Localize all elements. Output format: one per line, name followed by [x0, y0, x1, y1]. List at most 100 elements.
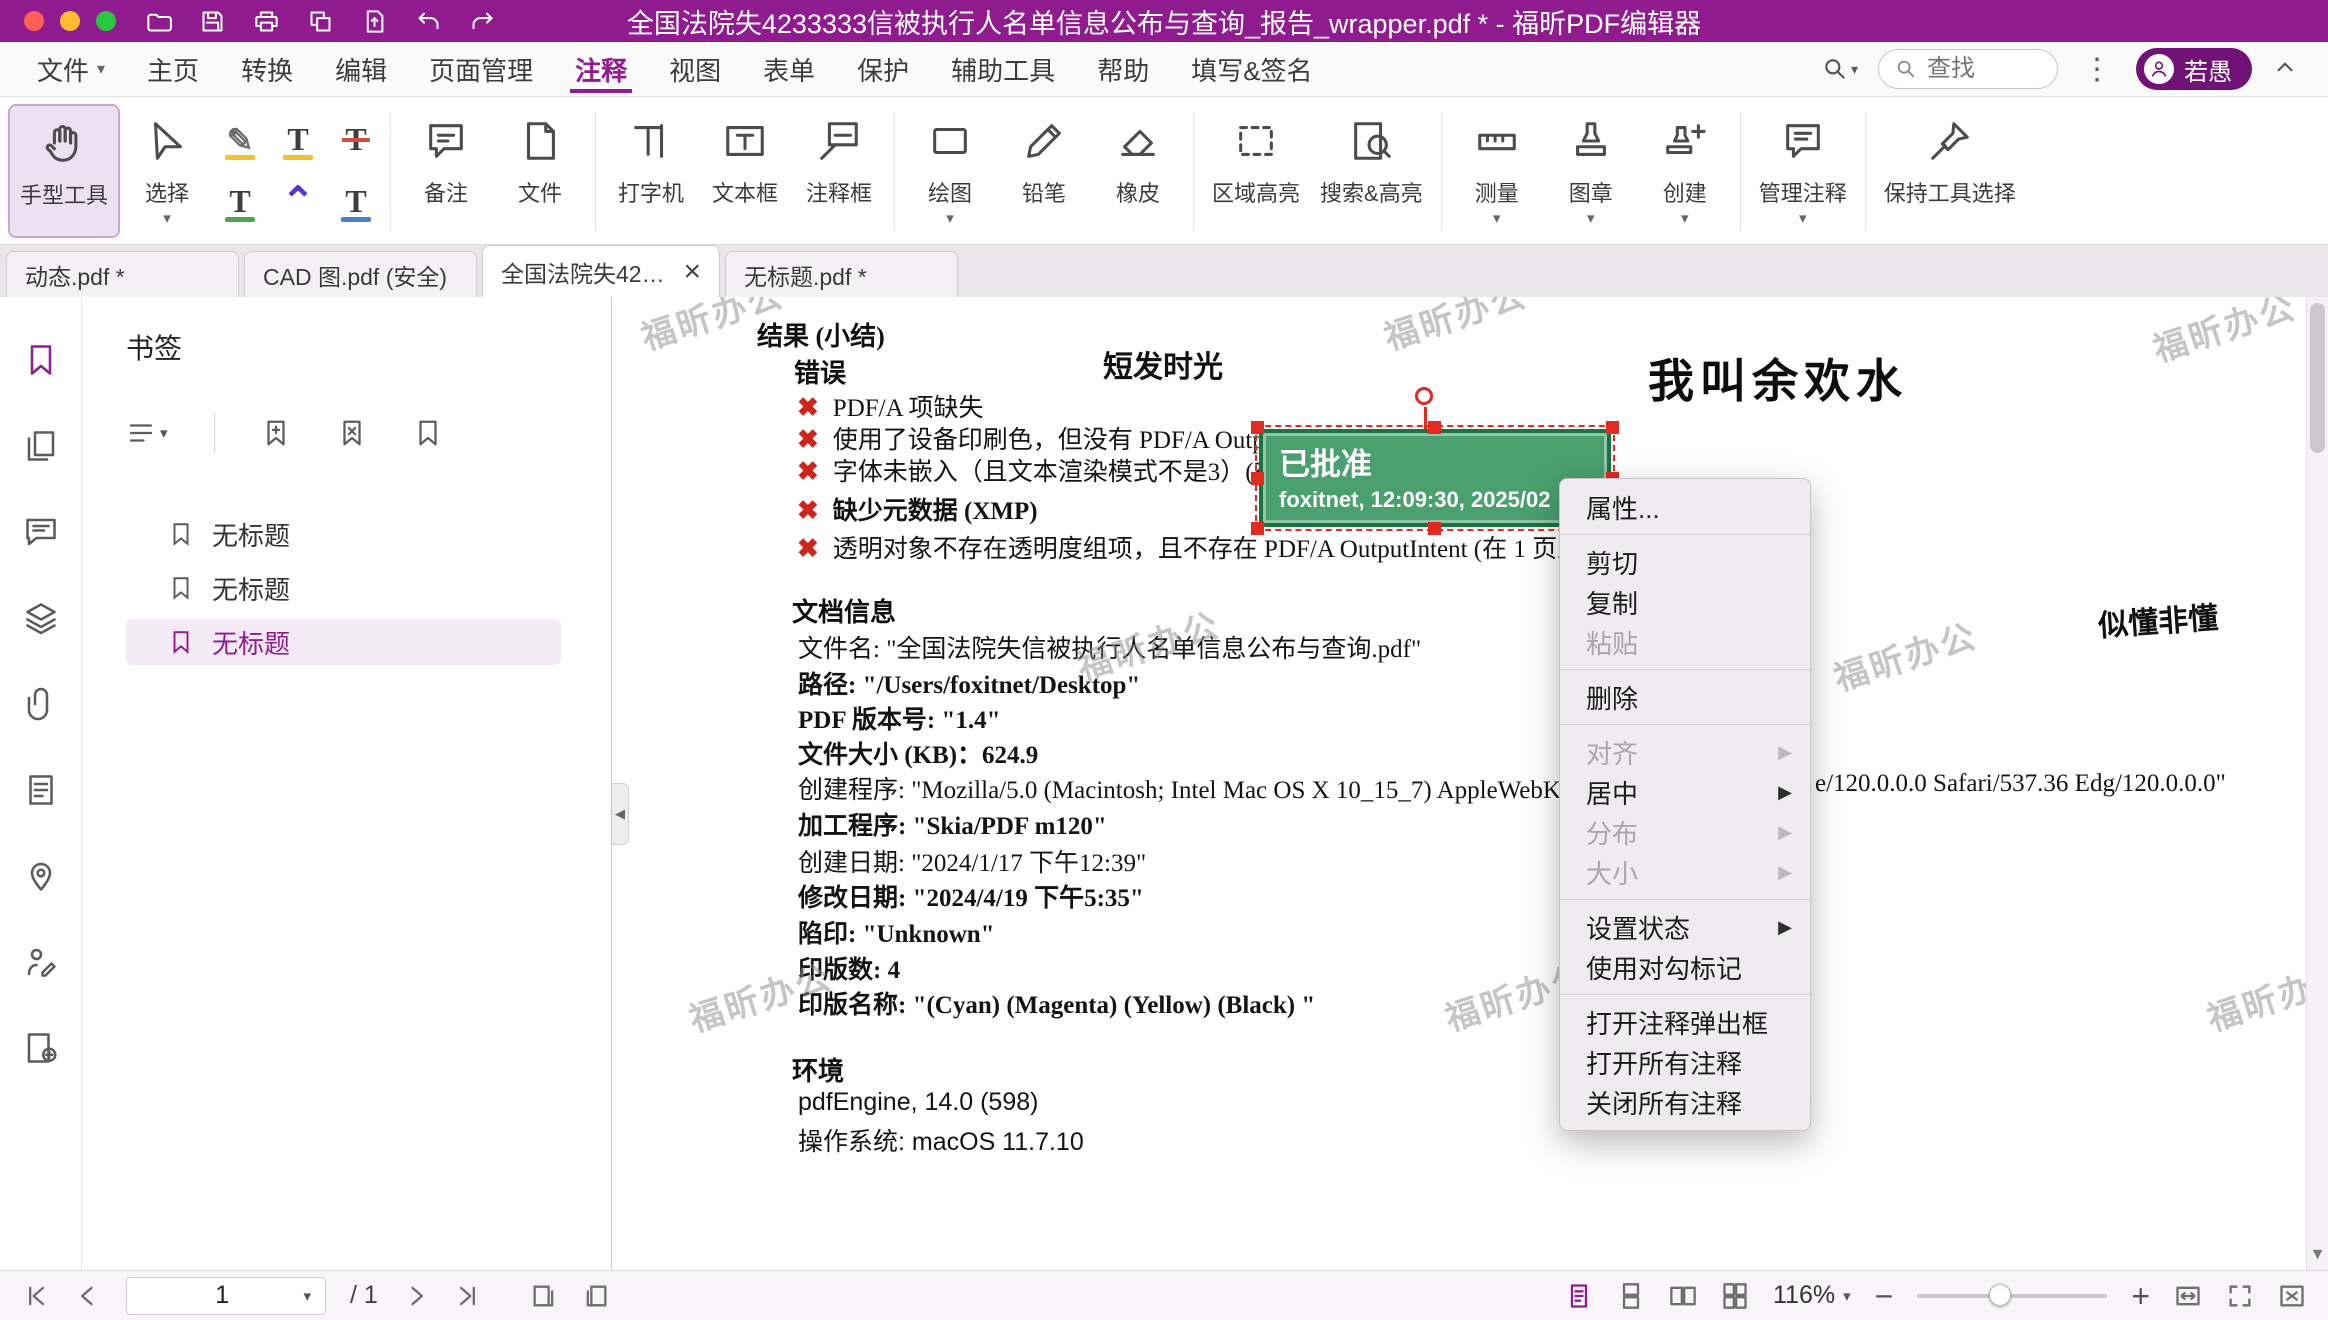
drawing-tool-button[interactable]: 绘图 ▾ — [903, 104, 997, 238]
find-search-box[interactable] — [1878, 49, 2058, 89]
menu-page-management[interactable]: 页面管理 — [408, 42, 554, 96]
search-input[interactable] — [1927, 55, 2041, 83]
bookmark-options-icon[interactable]: ▾ — [126, 418, 168, 448]
open-file-icon[interactable] — [142, 5, 174, 37]
menu-file[interactable]: 文件▾ — [16, 42, 126, 96]
tab-cad[interactable]: CAD 图.pdf (安全) — [244, 251, 477, 297]
content-panel-icon[interactable] — [20, 1027, 62, 1069]
next-page-icon[interactable] — [402, 1282, 430, 1310]
page-number-box[interactable]: ▾ — [126, 1277, 326, 1315]
tab-untitled[interactable]: 无标题.pdf * — [725, 251, 958, 297]
context-menu-properties[interactable]: 属性... — [1560, 487, 1810, 527]
previous-view-icon[interactable] — [530, 1282, 558, 1310]
vertical-scrollbar[interactable]: ▼ — [2306, 297, 2328, 1270]
typewriter-tool-button[interactable]: 打字机 — [604, 104, 698, 238]
note-tool-button[interactable]: 备注 — [399, 104, 493, 238]
fullscreen-icon[interactable] — [2278, 1282, 2306, 1310]
fit-page-icon[interactable] — [2226, 1282, 2254, 1310]
export-icon[interactable] — [358, 5, 390, 37]
user-account-button[interactable]: 若愚 — [2136, 48, 2252, 90]
zoom-slider[interactable] — [1917, 1294, 2107, 1298]
menu-help[interactable]: 帮助 — [1076, 42, 1170, 96]
eraser-tool-button[interactable]: 橡皮 — [1091, 104, 1185, 238]
fields-panel-icon[interactable] — [20, 769, 62, 811]
menu-form[interactable]: 表单 — [742, 42, 836, 96]
save-icon[interactable] — [196, 5, 228, 37]
select-tool-button[interactable]: 选择 ▾ — [120, 104, 214, 238]
zoom-level-dropdown[interactable]: 116%▾ — [1773, 1281, 1851, 1310]
undo-icon[interactable] — [412, 5, 444, 37]
bookmark-item-1[interactable]: 无标题 — [126, 511, 561, 557]
page-number-input[interactable] — [141, 1281, 303, 1310]
close-tab-icon[interactable]: × — [665, 257, 701, 287]
menu-comment[interactable]: 注释 — [554, 42, 648, 96]
context-menu-checkmark[interactable]: 使用对勾标记 — [1560, 947, 1810, 987]
context-menu-delete[interactable]: 删除 — [1560, 677, 1810, 717]
last-page-icon[interactable] — [454, 1282, 482, 1310]
facing-view-icon[interactable] — [1669, 1282, 1697, 1310]
collapse-ribbon-icon[interactable] — [2272, 54, 2298, 85]
underline-tool-icon[interactable] — [214, 174, 266, 230]
zoom-window-button[interactable] — [96, 11, 116, 31]
destinations-panel-icon[interactable] — [20, 855, 62, 897]
continuous-view-icon[interactable] — [1617, 1282, 1645, 1310]
add-bookmark-icon[interactable] — [261, 418, 291, 448]
scroll-down-icon[interactable]: ▼ — [2307, 1242, 2328, 1268]
context-menu-open-popup-note[interactable]: 打开注释弹出框 — [1560, 1002, 1810, 1042]
measure-tool-button[interactable]: 测量 ▾ — [1450, 104, 1544, 238]
attachments-panel-icon[interactable] — [20, 683, 62, 725]
comments-panel-icon[interactable] — [20, 511, 62, 553]
duplicate-icon[interactable] — [304, 5, 336, 37]
context-menu-set-status[interactable]: 设置状态▶ — [1560, 907, 1810, 947]
menu-view[interactable]: 视图 — [648, 42, 742, 96]
file-attachment-tool-button[interactable]: 文件 — [493, 104, 587, 238]
redo-icon[interactable] — [466, 5, 498, 37]
stamp-tool-button[interactable]: 图章 ▾ — [1544, 104, 1638, 238]
layers-panel-icon[interactable] — [20, 597, 62, 639]
scrollbar-thumb[interactable] — [2310, 303, 2325, 453]
context-menu-copy[interactable]: 复制 — [1560, 582, 1810, 622]
expand-bookmark-icon[interactable] — [413, 418, 443, 448]
advanced-search-icon[interactable]: ▾ — [1822, 56, 1858, 82]
context-menu-open-all-notes[interactable]: 打开所有注释 — [1560, 1042, 1810, 1082]
print-icon[interactable] — [250, 5, 282, 37]
resize-handle-mid-left[interactable] — [1251, 472, 1264, 485]
replace-text-tool-icon[interactable] — [330, 174, 382, 230]
manage-comments-button[interactable]: 管理注释 ▾ — [1749, 104, 1857, 238]
context-menu-cut[interactable]: 剪切 — [1560, 542, 1810, 582]
signatures-panel-icon[interactable] — [20, 941, 62, 983]
zoom-out-icon[interactable]: − — [1875, 1280, 1894, 1312]
continuous-facing-view-icon[interactable] — [1721, 1282, 1749, 1310]
callout-box-tool-button[interactable]: 注释框 — [792, 104, 886, 238]
bookmark-item-2[interactable]: 无标题 — [126, 565, 561, 611]
menu-home[interactable]: 主页 — [126, 42, 220, 96]
collapse-panel-handle[interactable]: ◀ — [612, 783, 629, 845]
zoom-in-icon[interactable]: + — [2131, 1280, 2150, 1312]
delete-bookmark-icon[interactable] — [337, 418, 367, 448]
pages-panel-icon[interactable] — [20, 425, 62, 467]
rotate-handle[interactable] — [1415, 387, 1433, 405]
single-page-view-icon[interactable] — [1565, 1282, 1593, 1310]
bookmark-item-3[interactable]: 无标题 — [126, 619, 561, 665]
next-view-icon[interactable] — [582, 1282, 610, 1310]
textbox-tool-button[interactable]: 文本框 — [698, 104, 792, 238]
fit-width-icon[interactable] — [2174, 1282, 2202, 1310]
menu-edit[interactable]: 编辑 — [314, 42, 408, 96]
zoom-slider-knob[interactable] — [1989, 1284, 2011, 1306]
strikeout-tool-icon[interactable] — [330, 112, 382, 168]
more-options-icon[interactable]: ⋮ — [2078, 52, 2116, 87]
close-window-button[interactable] — [24, 11, 44, 31]
resize-handle-top-left[interactable] — [1251, 421, 1264, 434]
menu-fill-sign[interactable]: 填写&签名 — [1170, 42, 1333, 96]
previous-page-icon[interactable] — [74, 1282, 102, 1310]
tab-dongtai[interactable]: 动态.pdf * — [6, 251, 239, 297]
resize-handle-top-center[interactable] — [1428, 421, 1441, 434]
minimize-window-button[interactable] — [60, 11, 80, 31]
menu-protect[interactable]: 保护 — [836, 42, 930, 96]
tab-active-document[interactable]: 全国法院失4233333... × — [482, 245, 720, 297]
resize-handle-bottom-left[interactable] — [1251, 522, 1264, 535]
highlight-tool-icon[interactable] — [214, 112, 266, 168]
area-highlight-tool-button[interactable]: 区域高亮 — [1202, 104, 1310, 238]
document-view[interactable]: 福昕办公 福昕办公 福昕办公 福昕办公 福昕办公 福昕办公 福昕办公 福昕办公 … — [612, 297, 2328, 1270]
first-page-icon[interactable] — [22, 1282, 50, 1310]
